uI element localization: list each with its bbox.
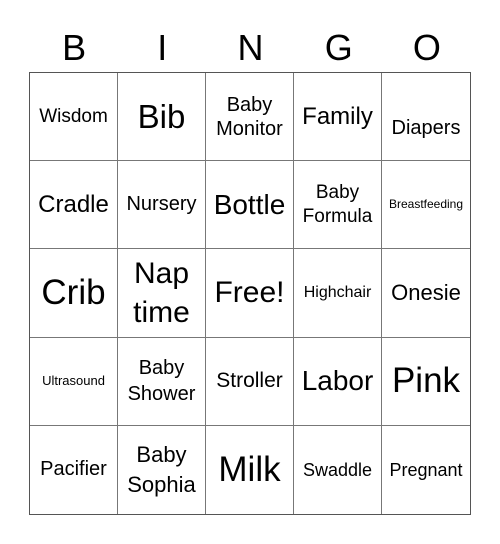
header-letter-g: G — [324, 27, 353, 68]
bingo-cell[interactable]: Swaddle — [294, 425, 382, 514]
bingo-cell[interactable]: Bib — [118, 73, 206, 162]
cell-label: Pacifier — [40, 458, 107, 481]
cell-label: Wisdom — [39, 105, 108, 127]
cell-label: Family — [302, 102, 373, 130]
bingo-cell[interactable]: Labor — [294, 337, 382, 426]
cell-label: Pregnant — [389, 459, 463, 480]
cell-label: Bottle — [213, 188, 286, 220]
bingo-cell[interactable]: Baby Shower — [118, 337, 206, 426]
cell-label: Ultrasound — [42, 372, 105, 388]
cell-label: Onesie — [391, 280, 461, 306]
header-letter-b: B — [62, 27, 87, 68]
bingo-cell[interactable]: Baby Formula — [294, 161, 382, 250]
bingo-cell[interactable]: Baby Sophia — [118, 425, 206, 514]
bingo-cell[interactable]: Pink — [382, 338, 470, 426]
cell-label: Labor — [301, 365, 374, 397]
cell-label: Stroller — [216, 369, 283, 393]
cell-label: Diapers — [391, 117, 461, 140]
cell-label: Breastfeeding — [388, 196, 464, 211]
header-letter-i: I — [157, 27, 168, 68]
cell-label: Cradle — [38, 190, 109, 218]
cell-label: Bib — [137, 97, 186, 135]
bingo-cell[interactable]: Cradle — [30, 161, 118, 250]
bingo-cell[interactable]: Stroller — [206, 337, 294, 426]
bingo-grid: Wisdom Bib Baby Monitor Family Diapers Cradle… — [29, 72, 471, 515]
cell-label: Free! — [214, 275, 285, 309]
cell-label: Crib — [41, 272, 106, 312]
bingo-cell[interactable]: Bottle — [206, 161, 294, 250]
bingo-header: B I N G O — [30, 24, 471, 72]
header-letter-n: N — [237, 27, 264, 68]
bingo-cell[interactable]: Nap time — [118, 249, 206, 338]
bingo-cell[interactable]: Highchair — [294, 249, 382, 338]
bingo-cell[interactable]: Baby Monitor — [206, 73, 294, 162]
cell-label: Milk — [218, 449, 281, 489]
bingo-cell[interactable]: Onesie — [382, 249, 470, 338]
bingo-cell[interactable]: Family — [294, 73, 382, 162]
cell-label: Baby Shower — [127, 357, 196, 406]
bingo-cell[interactable]: Crib — [30, 249, 118, 338]
bingo-cell[interactable]: Pregnant — [382, 426, 470, 514]
cell-label: Nap time — [133, 256, 190, 329]
bingo-cell[interactable]: Wisdom — [30, 73, 118, 162]
cell-label: Nursery — [126, 193, 197, 216]
bingo-cell[interactable]: Breastfeeding — [382, 161, 470, 250]
cell-label: Highchair — [303, 283, 372, 301]
bingo-cell[interactable]: Nursery — [118, 161, 206, 250]
bingo-cell[interactable]: Pacifier — [30, 425, 118, 514]
cell-label: Baby Formula — [302, 182, 373, 227]
cell-label: Baby Monitor — [216, 93, 283, 140]
cell-label: Swaddle — [302, 459, 373, 480]
bingo-cell[interactable]: Ultrasound — [30, 337, 118, 426]
header-letter-o: O — [412, 27, 441, 68]
cell-label: Baby Sophia — [127, 442, 196, 497]
cell-label: Pink — [391, 361, 461, 401]
bingo-cell[interactable]: Diapers — [382, 73, 470, 162]
free-space-cell[interactable]: Free! — [206, 249, 294, 338]
bingo-cell[interactable]: Milk — [206, 425, 294, 514]
